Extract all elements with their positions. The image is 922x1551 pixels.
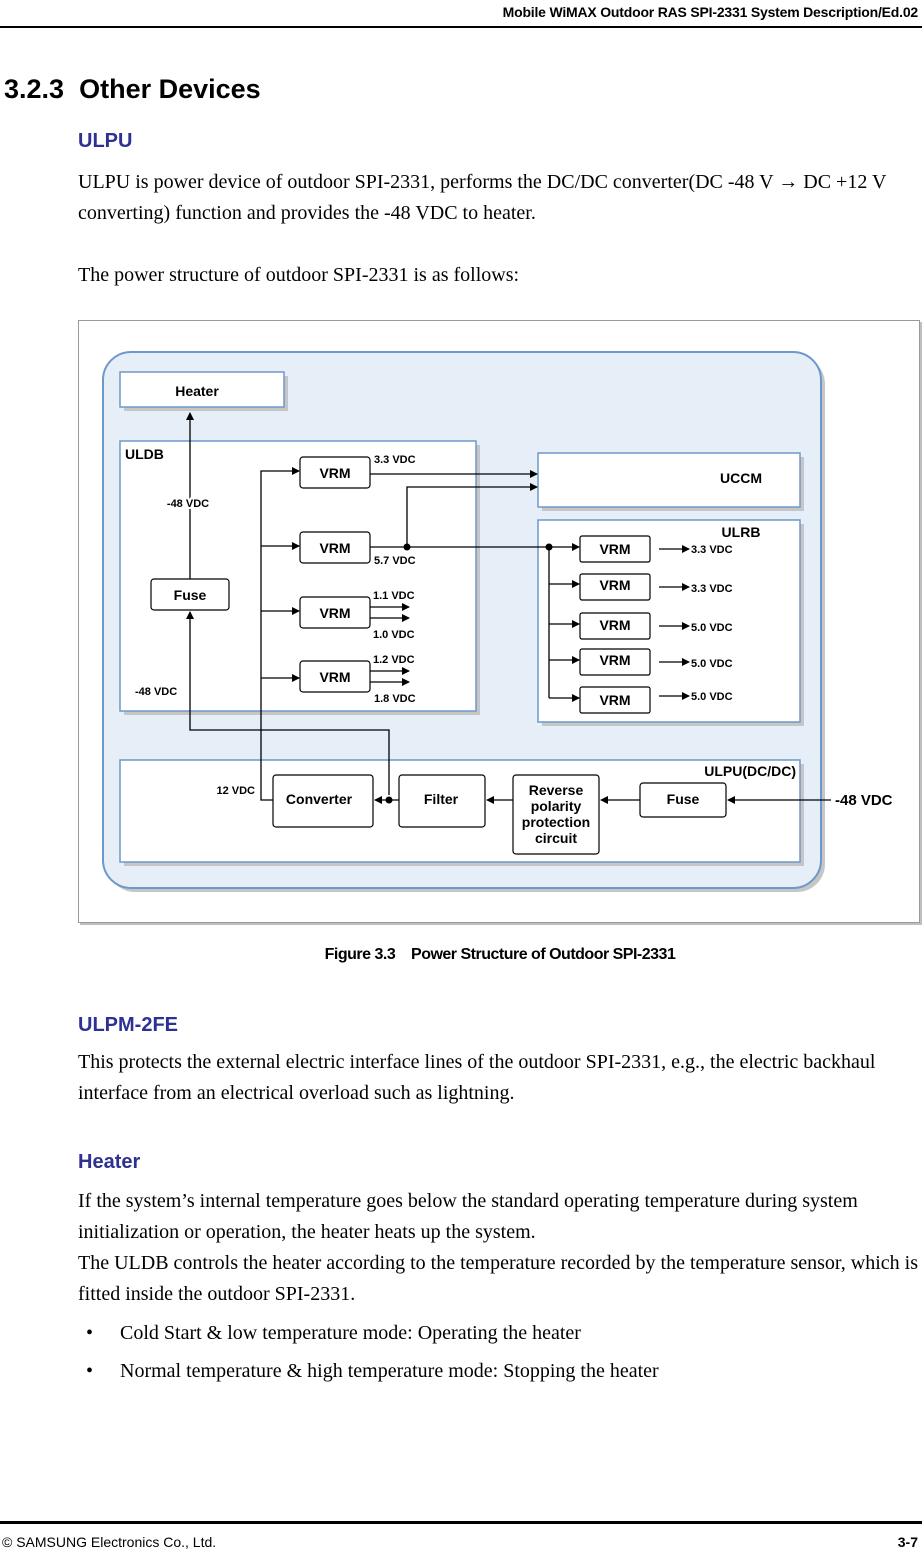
reverse-polarity-label: Reverse bbox=[529, 782, 584, 798]
bullet-icon: • bbox=[86, 1360, 94, 1382]
reverse-polarity-label: polarity bbox=[531, 798, 582, 814]
heater-feed-label: -48 VDC bbox=[167, 498, 209, 510]
uldb-vrm: VRM bbox=[299, 531, 371, 564]
section-number: 3.2.3 bbox=[4, 74, 65, 104]
footer-divider bbox=[0, 1521, 922, 1524]
ulpm-heading: ULPM-2FE bbox=[78, 1014, 178, 1036]
ulpu-description: ULPU is power device of outdoor SPI-2331… bbox=[78, 171, 887, 224]
heater-heading: Heater bbox=[78, 1151, 141, 1173]
bullet-icon: • bbox=[86, 1322, 94, 1344]
bullet-text: Normal temperature & high temperature mo… bbox=[120, 1360, 659, 1382]
vrm-label: VRM bbox=[319, 605, 350, 621]
vrm-label: VRM bbox=[599, 541, 630, 557]
uldb-label: ULDB bbox=[125, 446, 164, 462]
junction-dot bbox=[385, 796, 393, 804]
uldb-fuse-label: Fuse bbox=[174, 587, 207, 603]
figure-frame: Heater ULDB UCCM ULRB ULPU(DC/DC) Fuse -… bbox=[78, 320, 920, 923]
copyright: © SAMSUNG Electronics Co., Ltd. bbox=[2, 1534, 217, 1550]
header-divider bbox=[0, 26, 922, 28]
uldb-board bbox=[119, 440, 477, 712]
vrm-output-label: 3.3 VDC bbox=[691, 544, 733, 556]
uccm-label: UCCM bbox=[720, 470, 762, 486]
vrm-output-label: 1.2 VDC bbox=[373, 654, 415, 666]
vrm-label: VRM bbox=[599, 577, 630, 593]
running-header: Mobile WiMAX Outdoor RAS SPI-2331 System… bbox=[502, 4, 919, 20]
uldb-vrm: VRM bbox=[299, 596, 371, 629]
figure-caption: Figure 3.3 Power Structure of Outdoor SP… bbox=[324, 946, 676, 963]
ulpu-intro: The power structure of outdoor SPI-2331 … bbox=[78, 264, 520, 286]
reverse-polarity-label: circuit bbox=[535, 830, 577, 846]
vrm-output-label: 1.1 VDC bbox=[373, 590, 415, 602]
heater-description: If the system’s internal temperature goe… bbox=[78, 1190, 858, 1243]
vrm-output-label: 5.0 VDC bbox=[691, 658, 733, 670]
junction-dot bbox=[403, 543, 411, 551]
vrm-output-label: 1.8 VDC bbox=[374, 693, 416, 705]
section-name: Other Devices bbox=[79, 74, 261, 104]
vrm-output-label: 1.0 VDC bbox=[373, 629, 415, 641]
ulpu-fuse-label: Fuse bbox=[667, 791, 700, 807]
input-voltage-label: -48 VDC bbox=[835, 792, 893, 809]
heater-label: Heater bbox=[175, 383, 219, 399]
ulpm-description: This protects the external electric inte… bbox=[78, 1051, 876, 1104]
section-title: 3.2.3 Other Devices bbox=[4, 74, 261, 105]
uldb-vrm: VRM bbox=[299, 660, 371, 693]
bullet-item: • Normal temperature & high temperature m… bbox=[86, 1356, 659, 1387]
uldb-input-label: -48 VDC bbox=[135, 686, 177, 698]
bullet-text: Cold Start & low temperature mode: Opera… bbox=[120, 1322, 581, 1344]
uldb-vrm: VRM bbox=[299, 456, 371, 489]
vrm-output-label: 5.7 VDC bbox=[374, 555, 416, 567]
vrm-label: VRM bbox=[599, 617, 630, 633]
ulpu-heading: ULPU bbox=[78, 130, 133, 152]
vrm-output-label: 5.0 VDC bbox=[691, 622, 733, 634]
ulpu-label: ULPU(DC/DC) bbox=[704, 763, 796, 779]
vrm-output-label: 3.3 VDC bbox=[691, 583, 733, 595]
vrm-label: VRM bbox=[599, 692, 630, 708]
converter-label: Converter bbox=[286, 791, 353, 807]
ulrb-label: ULRB bbox=[722, 524, 761, 540]
reverse-polarity-label: protection bbox=[522, 814, 590, 830]
vrm-output-label: 3.3 VDC bbox=[374, 454, 416, 466]
vrm-label: VRM bbox=[319, 669, 350, 685]
12v-label: 12 VDC bbox=[216, 785, 255, 797]
bullet-item: • Cold Start & low temperature mode: Oper… bbox=[86, 1318, 581, 1349]
filter-label: Filter bbox=[424, 791, 459, 807]
vrm-output-label: 5.0 VDC bbox=[691, 691, 733, 703]
vrm-label: VRM bbox=[319, 540, 350, 556]
power-structure-diagram: Heater ULDB UCCM ULRB ULPU(DC/DC) Fuse -… bbox=[102, 351, 893, 892]
vrm-label: VRM bbox=[599, 652, 630, 668]
vrm-label: VRM bbox=[319, 465, 350, 481]
ulrb-board bbox=[537, 519, 801, 723]
heater-control-description: The ULDB controls the heater according t… bbox=[78, 1252, 918, 1305]
page-number: 3-7 bbox=[897, 1534, 918, 1550]
